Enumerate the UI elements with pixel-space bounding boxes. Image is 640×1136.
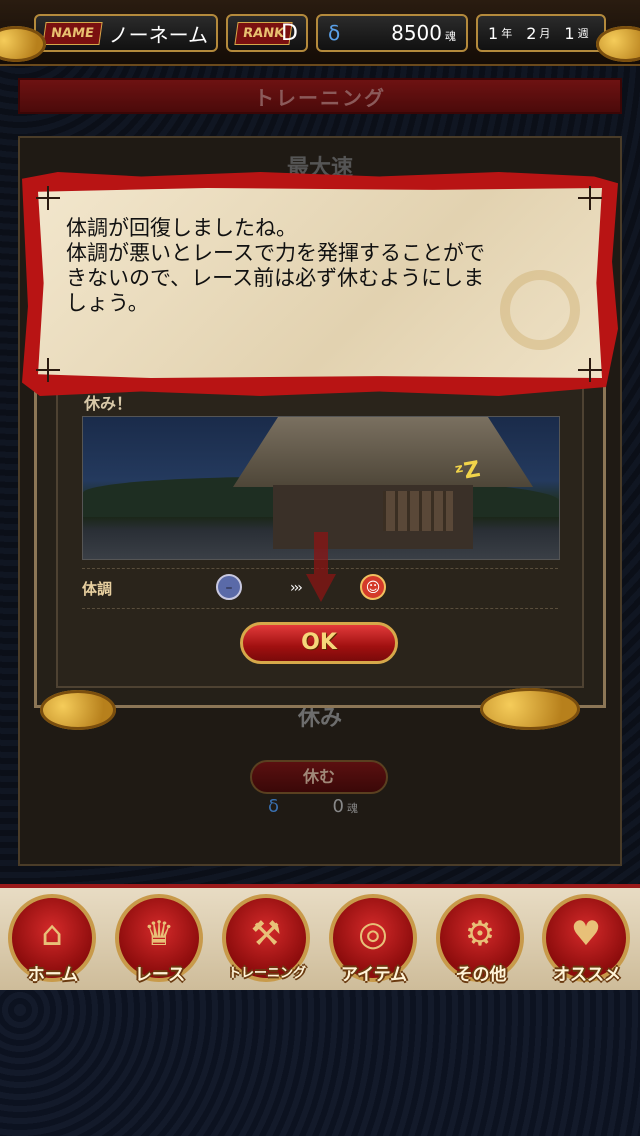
soul-unit: 魂 [445, 30, 456, 43]
screen-title-bar: トレーニング [18, 78, 622, 114]
nav-home[interactable]: ⌂ ホーム [0, 894, 106, 990]
rest-cost: δ 0魂 [268, 796, 378, 817]
rest-cost-value: 0 [332, 796, 344, 817]
date-month-unit: 月 [539, 27, 551, 40]
nav-items[interactable]: ◎ アイテム [321, 894, 427, 990]
soul-flame-icon: δ [268, 796, 280, 817]
hut-window [383, 491, 453, 531]
hut-roof [233, 417, 533, 487]
nav-training-label: トレーニング [227, 966, 306, 981]
corner-mark [36, 186, 60, 210]
nav-home-label: ホーム [27, 965, 79, 985]
heart-icon: ♥ [570, 914, 602, 954]
rank-box: RANK D [226, 14, 308, 52]
dumbbell-icon: ⚒ [250, 914, 282, 954]
nav-items-label: アイテム [340, 965, 408, 985]
ok-button[interactable]: OK [240, 622, 398, 664]
bottom-nav: ⌂ ホーム ♛ レース ⚒ トレーニング ◎ アイテム ⚙ その他 ♥ オススメ [0, 884, 640, 994]
soul-value: 8500 [391, 21, 442, 45]
date-week: 1 [564, 23, 575, 43]
corner-mark [36, 358, 60, 382]
nav-recommend-label: オススメ [553, 965, 621, 985]
soul-flame-icon: δ [328, 21, 341, 45]
screen-title: トレーニング [254, 85, 386, 110]
gear-icon: ⚙ [464, 914, 496, 954]
rest-button[interactable]: 休む [250, 760, 388, 794]
status-bar: NAME ノーネーム RANK D δ 8500 魂 1年 2月 1週 [0, 0, 640, 66]
soul-currency-box: δ 8500 魂 [316, 14, 468, 52]
down-arrow-icon [306, 532, 336, 602]
dialog-message: 体調が回復しましたね。 体調が悪いとレースで力を発揮することがで きないので、レ… [66, 216, 485, 315]
bottom-background [0, 990, 640, 1136]
corner-mark [578, 186, 602, 210]
house-icon: ⌂ [41, 914, 63, 954]
date-week-unit: 週 [577, 27, 589, 40]
player-name-box: NAME ノーネーム [34, 14, 218, 52]
good-condition-face-icon: ☺ [360, 574, 386, 600]
date-month: 2 [526, 23, 537, 43]
sleep-zzz-icon: ᶻZ [453, 457, 483, 486]
cloud-ornament [480, 688, 580, 730]
name-badge: NAME [42, 21, 103, 45]
nav-other[interactable]: ⚙ その他 [428, 894, 534, 990]
date-year-unit: 年 [501, 27, 513, 40]
nav-training[interactable]: ⚒ トレーニング [214, 894, 320, 990]
corner-mark [578, 358, 602, 382]
rest-cost-unit: 魂 [347, 802, 358, 815]
player-name: ノーネーム [108, 22, 208, 47]
condition-label: 体調 [82, 580, 113, 598]
date-box: 1年 2月 1週 [476, 14, 606, 52]
bad-condition-face-icon: – [216, 574, 242, 600]
cloud-ornament [40, 690, 116, 730]
coins-icon: ◎ [358, 914, 388, 954]
rank-value: D [281, 20, 298, 46]
nav-other-label: その他 [455, 965, 507, 985]
nav-race[interactable]: ♛ レース [107, 894, 213, 990]
nav-recommend[interactable]: ♥ オススメ [534, 894, 640, 990]
corner-cloud-ornament [596, 26, 640, 62]
arrow-indicator: ››› [290, 580, 303, 596]
date-year: 1 [488, 23, 499, 43]
nav-race-label: レース [134, 965, 186, 985]
divider [82, 608, 558, 609]
trophy-icon: ♛ [143, 914, 175, 954]
